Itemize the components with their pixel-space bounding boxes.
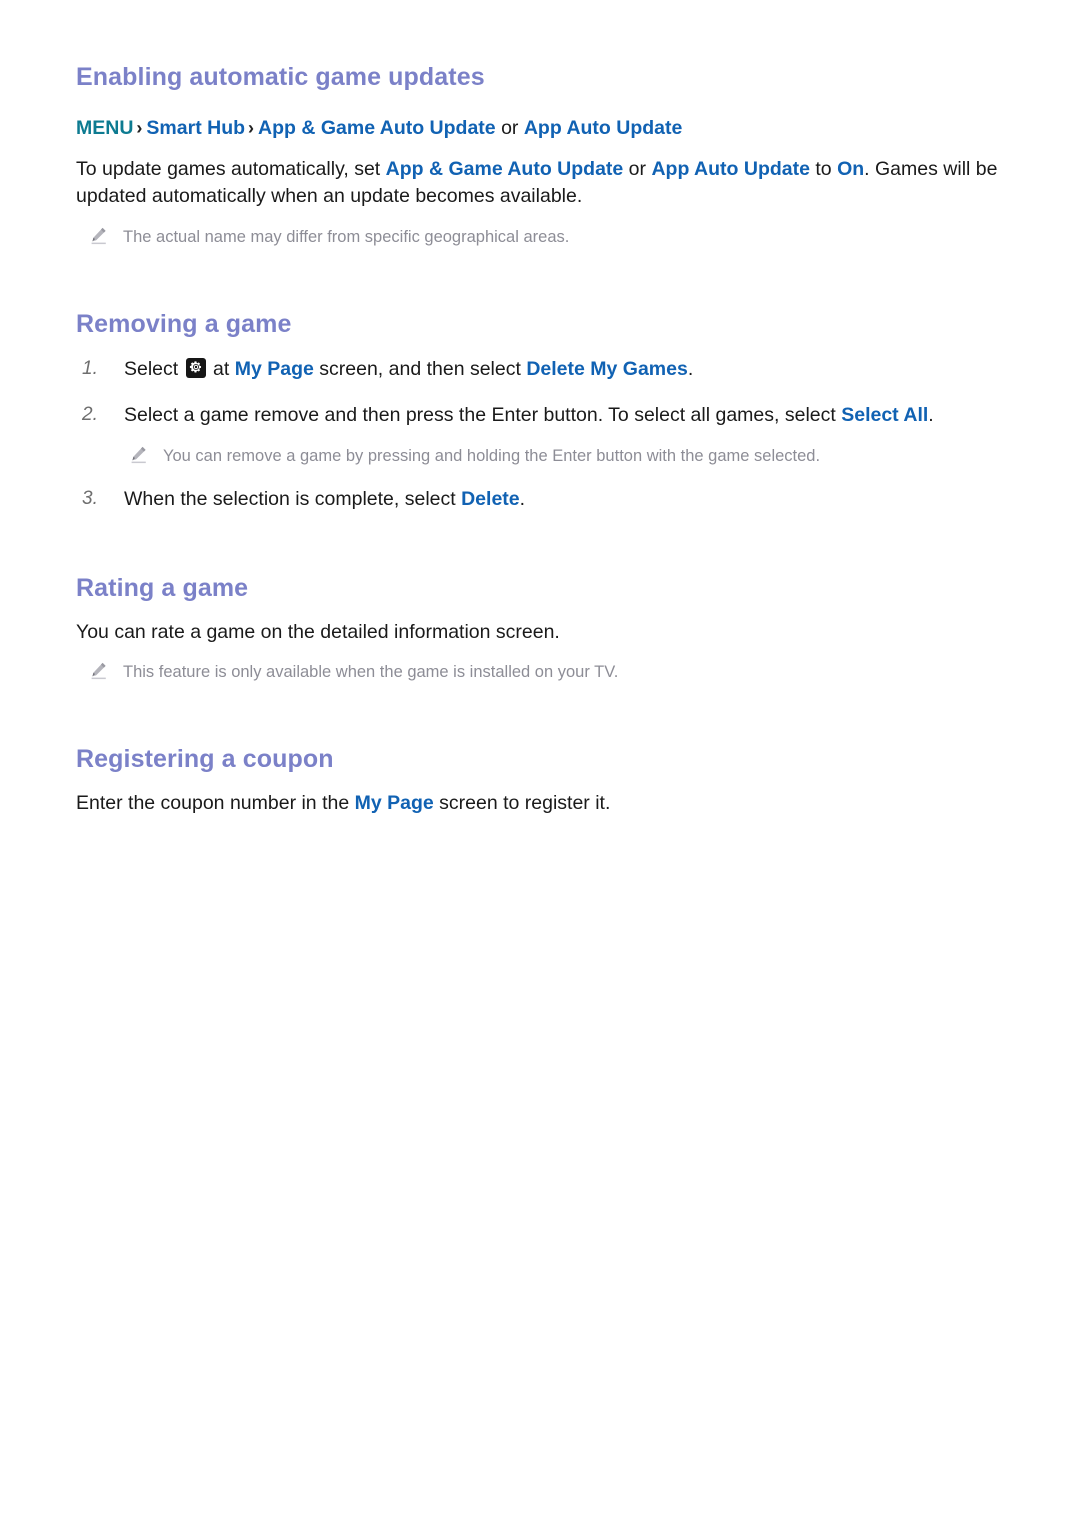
- inline-link-my-page[interactable]: My Page: [355, 792, 434, 814]
- inline-link-select-all[interactable]: Select All: [841, 404, 928, 426]
- breadcrumb-menu-path: MENU › Smart Hub › App & Game Auto Update or…: [76, 115, 1020, 141]
- page-title-rating-a-game: Rating a game: [76, 574, 249, 603]
- ordered-step-list: 1. Select at My Page screen, and then sel…: [76, 356, 1020, 513]
- inline-link-delete-my-games[interactable]: Delete My Games: [526, 358, 688, 380]
- section-removing-a-game: Removing a game 1. Select at My Page scre…: [76, 309, 1020, 513]
- paragraph-text-part: or: [623, 157, 652, 180]
- section-rating-a-game: Rating a game You can rate a game on the…: [76, 573, 1020, 684]
- step-text-part: at: [207, 358, 235, 381]
- page-title-removing-a-game: Removing a game: [76, 310, 292, 339]
- section-enabling-automatic-game-updates: Enabling automatic game updates MENU › Sma…: [76, 62, 1020, 249]
- step-number: 1.: [82, 358, 98, 380]
- paragraph-auto-update-description: To update games automatically, set App &…: [76, 156, 1020, 211]
- paragraph-text-part: to: [809, 157, 838, 180]
- pencil-icon: [88, 225, 110, 247]
- chevron-right-icon: ›: [248, 118, 255, 139]
- inline-link-my-page[interactable]: My Page: [235, 358, 314, 380]
- list-item-step-1: 1. Select at My Page screen, and then sel…: [76, 356, 1020, 384]
- inline-link-app-auto-update[interactable]: App Auto Update: [651, 158, 810, 180]
- inline-link-on[interactable]: On: [837, 158, 864, 180]
- step-text-part: .: [928, 403, 934, 426]
- inline-link-app-and-game-auto-update[interactable]: App & Game Auto Update: [386, 158, 624, 180]
- note-text: The actual name may differ from specific…: [123, 227, 570, 246]
- paragraph-text-part: Enter the coupon number in the: [76, 791, 355, 814]
- breadcrumb-item-app-and-game-auto-update[interactable]: App & Game Auto Update: [258, 117, 496, 139]
- step-text-part: When the selection is complete, select: [124, 487, 462, 510]
- document-page: Enabling automatic game updates MENU › Sma…: [0, 0, 1080, 1527]
- note-wrapper: You can remove a game by pressing and ho…: [76, 444, 1020, 468]
- pencil-icon: [128, 444, 150, 466]
- paragraph-text-part: To update games automatically, set: [76, 157, 386, 180]
- breadcrumb-menu-label: MENU: [76, 117, 134, 140]
- page-title-registering-a-coupon: Registering a coupon: [76, 745, 334, 774]
- note-text: You can remove a game by pressing and ho…: [163, 446, 821, 465]
- note-row: You can remove a game by pressing and ho…: [76, 444, 1020, 468]
- paragraph-coupon-description: Enter the coupon number in the My Page s…: [76, 790, 1020, 818]
- step-text-part: screen, and then select: [313, 358, 527, 381]
- list-item-step-2: 2. Select a game remove and then press th…: [76, 402, 1020, 430]
- inline-link-delete[interactable]: Delete: [461, 488, 520, 510]
- chevron-right-icon: ›: [136, 118, 143, 139]
- page-title-enabling-automatic-game-updates: Enabling automatic game updates: [76, 63, 485, 91]
- breadcrumb-conjunction: or: [501, 117, 519, 140]
- breadcrumb-item-app-auto-update[interactable]: App Auto Update: [524, 117, 683, 139]
- pencil-icon: [88, 660, 110, 682]
- paragraph-text-part: screen to register it.: [433, 791, 611, 814]
- note-row: This feature is only available when the …: [76, 660, 1020, 684]
- step-text-part: Select: [124, 358, 184, 381]
- step-text-part: .: [519, 487, 526, 510]
- note-text: This feature is only available when the …: [123, 663, 619, 682]
- gear-icon[interactable]: [185, 358, 206, 379]
- section-registering-a-coupon: Registering a coupon Enter the coupon nu…: [76, 744, 1020, 817]
- breadcrumb-item-smart-hub[interactable]: Smart Hub: [146, 117, 245, 139]
- paragraph-rating-description: You can rate a game on the detailed info…: [76, 620, 560, 643]
- step-number: 3.: [82, 487, 98, 509]
- step-number: 2.: [82, 403, 98, 425]
- list-item-step-3: 3. When the selection is complete, select…: [76, 486, 1020, 514]
- note-row: The actual name may differ from specific…: [76, 225, 1020, 249]
- step-text-part: .: [687, 358, 694, 381]
- step-text-part: Select a game remove and then press the …: [124, 403, 842, 426]
